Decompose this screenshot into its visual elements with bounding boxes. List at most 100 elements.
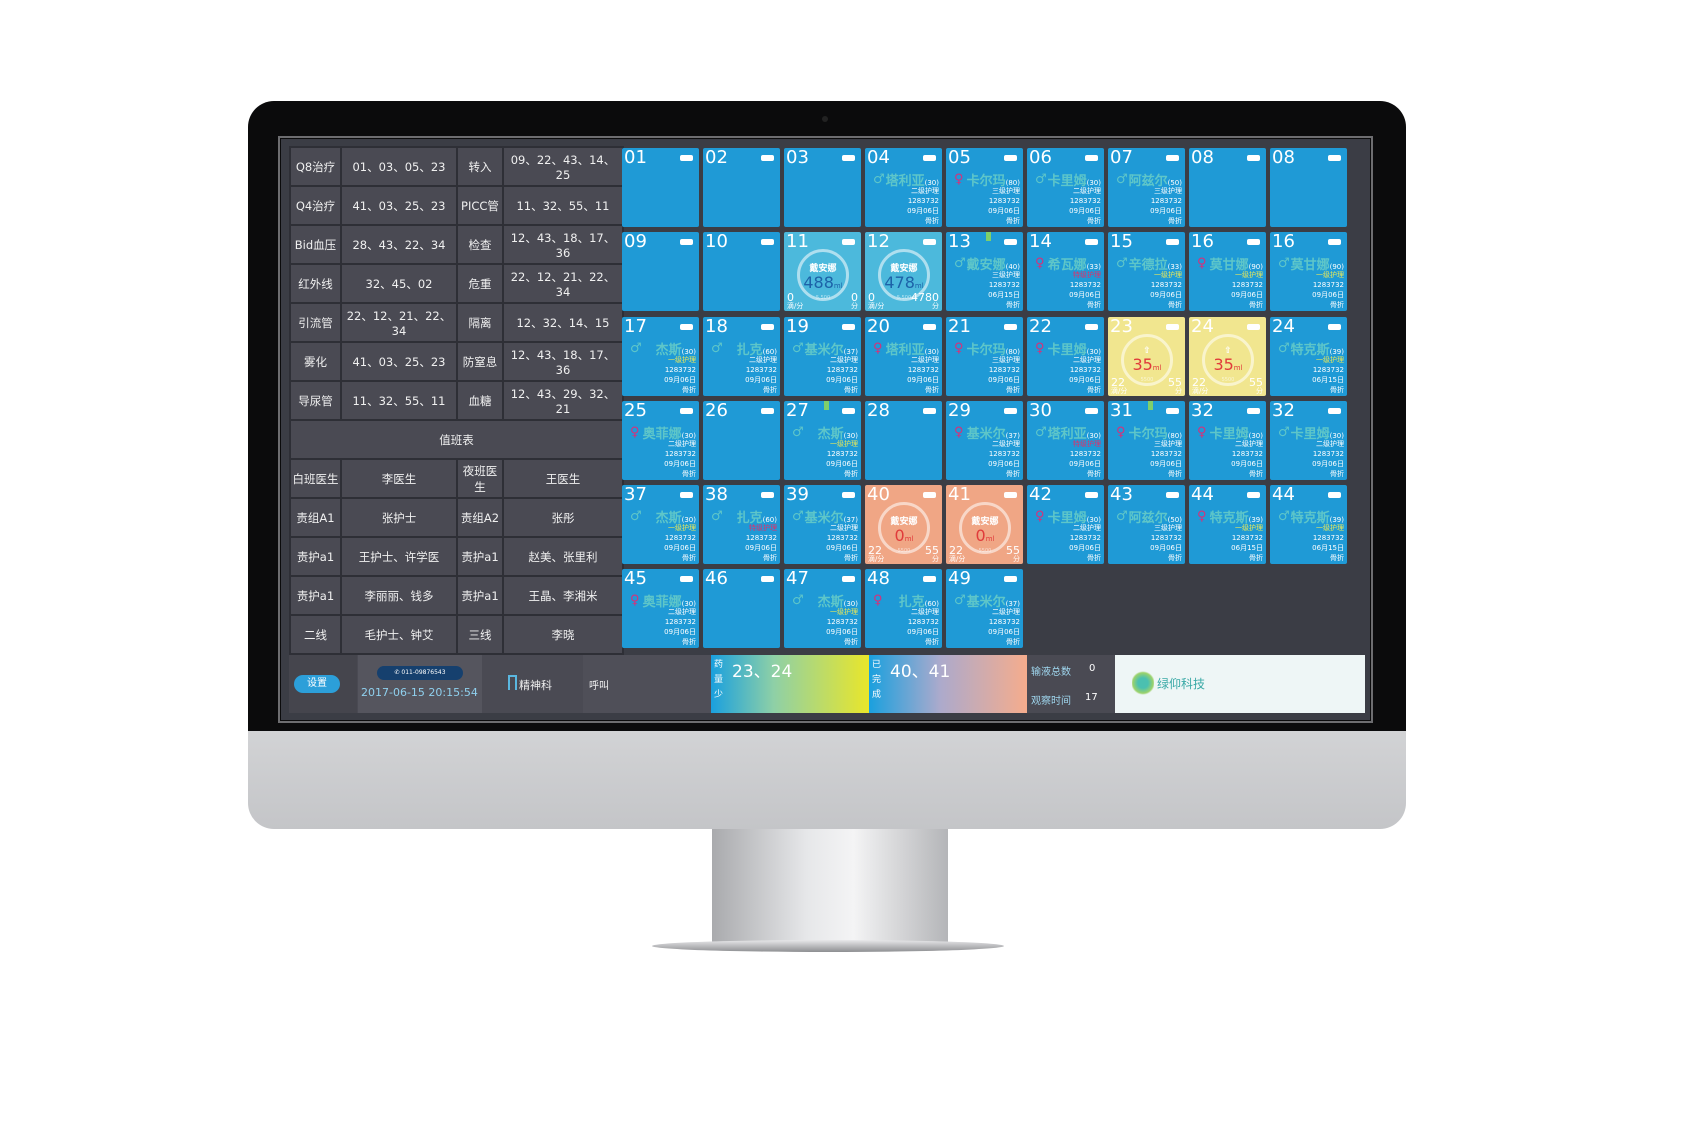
patient-id: 1283732 — [745, 534, 777, 542]
male-icon: ♂ — [954, 256, 966, 271]
remaining-time: 4780 分 — [911, 292, 939, 310]
drip-rate: 0 滴/分 — [868, 292, 884, 310]
duty-role: 责组A1 — [289, 497, 342, 538]
bed-number: 08 — [1191, 148, 1214, 168]
volume-unit: ml — [904, 535, 914, 543]
monitor-chin — [248, 731, 1406, 829]
bed-tile[interactable]: 12 戴安娜 478ml 5,500 0 滴/分 4780 分 — [865, 232, 942, 311]
female-icon: ♀ — [1035, 509, 1045, 524]
care-level: 特级护理 — [1073, 271, 1101, 279]
infusion-ring: 戴安娜 488ml 5,500 — [797, 249, 849, 301]
bed-tile[interactable]: 45 ♀ 奥菲娜(30) 二级护理 1283732 09月06日 骨折 — [622, 569, 699, 648]
bed-tile[interactable]: 13 ♂ 戴安娜(40) 三级护理 1283732 06月15日 骨折 — [946, 232, 1023, 311]
bed-tile[interactable]: 10 — [703, 232, 780, 311]
bed-tile[interactable]: 37 ♂ 杰斯(30) 一级护理 1283732 09月06日 骨折 — [622, 485, 699, 564]
bed-tile[interactable]: 04 ♂ 塔利亚(30) 二级护理 1283732 09月06日 骨折 — [865, 148, 942, 227]
bed-tile[interactable]: 15 ♂ 辛德拉(33) 一级护理 1283732 09月06日 骨折 — [1108, 232, 1185, 311]
volume-unit: ml — [985, 535, 995, 543]
battery-icon — [1328, 408, 1341, 414]
battery-icon — [680, 492, 693, 498]
battery-icon — [761, 324, 774, 330]
volume-unit: ml — [914, 282, 924, 290]
bed-tile[interactable]: 06 ♂ 卡里姆(30) 二级护理 1283732 09月06日 骨折 — [1027, 148, 1104, 227]
completed-label: 已完成 — [872, 660, 882, 700]
bed-tile[interactable]: 44 ♀ 特克斯(39) 一级护理 1283732 06月15日 骨折 — [1189, 485, 1266, 564]
bed-tile[interactable]: 02 — [703, 148, 780, 227]
bed-tile[interactable]: 25 ♀ 奥菲娜(30) 二级护理 1283732 09月06日 骨折 — [622, 401, 699, 480]
admission-date: 06月15日 — [1312, 544, 1344, 552]
bed-tile[interactable]: 40 戴安娜 0ml 5500 22 滴/分 55 分 — [865, 485, 942, 564]
bed-tile[interactable]: 38 ♂ 扎克(60) 特级护理 1283732 09月06日 骨折 — [703, 485, 780, 564]
admission-date: 09月06日 — [988, 207, 1020, 215]
admission-date: 09月06日 — [1231, 460, 1263, 468]
bed-tile[interactable]: 20 ♀ 塔利亚(30) 二级护理 1283732 09月06日 骨折 — [865, 317, 942, 396]
bed-tile[interactable]: 11 戴安娜 488ml 5,500 0 滴/分 0 分 — [784, 232, 861, 311]
bed-tile[interactable]: 01 — [622, 148, 699, 227]
bed-tile[interactable]: 46 — [703, 569, 780, 648]
bed-tile[interactable]: 16 ♂ 莫甘娜(90) 一级护理 1283732 09月06日 骨折 — [1270, 232, 1347, 311]
bed-tile[interactable]: 49 ♂ 基米尔(37) 二级护理 1283732 09月06日 骨折 — [946, 569, 1023, 648]
bed-tile[interactable]: 39 ♂ 基米尔(37) 二级护理 1283732 09月06日 骨折 — [784, 485, 861, 564]
bed-tile[interactable]: 29 ♀ 基米尔(37) 二级护理 1283732 09月06日 骨折 — [946, 401, 1023, 480]
duty-staff: 王护士、许学医 — [340, 536, 458, 577]
admission-date: 09月06日 — [907, 376, 939, 384]
bed-tile[interactable]: 28 — [865, 401, 942, 480]
bed-tile[interactable]: 30 ♂ 塔利亚(30) 特级护理 1283732 09月06日 骨折 — [1027, 401, 1104, 480]
bed-tile[interactable]: 09 — [622, 232, 699, 311]
female-icon: ♀ — [1035, 341, 1045, 356]
bed-tile[interactable]: 42 ♀ 卡里姆(30) 二级护理 1283732 09月06日 骨折 — [1027, 485, 1104, 564]
bed-tile[interactable]: 32 ♂ 卡里姆(30) 二级护理 1283732 09月06日 骨折 — [1270, 401, 1347, 480]
patient-age: (30) — [924, 179, 939, 187]
bed-tile[interactable]: 14 ♀ 希瓦娜(33) 特级护理 1283732 09月06日 骨折 — [1027, 232, 1104, 311]
male-icon: ♂ — [792, 425, 804, 440]
task-beds: 41、03、25、23 — [340, 341, 458, 382]
bed-tile[interactable]: 17 ♂ 杰斯(30) 一级护理 1283732 09月06日 骨折 — [622, 317, 699, 396]
bed-tile[interactable]: 32 ♀ 卡里姆(30) 二级护理 1283732 09月06日 骨折 — [1189, 401, 1266, 480]
bed-tile[interactable]: 26 — [703, 401, 780, 480]
diagnosis: 骨折 — [1330, 386, 1344, 394]
bed-tile[interactable]: 24 ♂ 特克斯(39) 一级护理 1283732 06月15日 骨折 — [1270, 317, 1347, 396]
call-button[interactable]: 呼叫 — [583, 655, 711, 713]
task-label: Q4治疗 — [289, 185, 342, 226]
bed-tile[interactable]: 27 ♂ 杰斯(30) 一级护理 1283732 09月06日 骨折 — [784, 401, 861, 480]
bed-number: 18 — [705, 317, 728, 337]
bed-tile[interactable]: 16 ♀ 莫甘娜(90) 一级护理 1283732 09月06日 骨折 — [1189, 232, 1266, 311]
patient-age: (60) — [762, 516, 777, 524]
settings-button[interactable]: 设置 — [294, 675, 340, 693]
bed-tile[interactable]: 08 — [1270, 148, 1347, 227]
tasks-row: 导尿管 11、32、55、11 血糖 12、43、29、32、21 — [289, 380, 624, 421]
duty-staff: 李丽丽、钱多 — [340, 575, 458, 616]
task-label: 检查 — [456, 224, 504, 265]
task-label: 血糖 — [456, 380, 504, 421]
tasks-row: 引流管 22、12、21、22、34 隔离 12、32、14、15 — [289, 302, 624, 343]
bed-tile[interactable]: 23 ⇧ 35ml 5500 22 滴/分 55 分 — [1108, 317, 1185, 396]
bed-tile[interactable]: 19 ♂ 基米尔(37) 二级护理 1283732 09月06日 骨折 — [784, 317, 861, 396]
bed-tile[interactable]: 07 ♂ 阿兹尔(50) 三级护理 1283732 09月06日 骨折 — [1108, 148, 1185, 227]
bed-tile[interactable]: 22 ♀ 卡里姆(30) 二级护理 1283732 09月06日 骨折 — [1027, 317, 1104, 396]
bed-tile[interactable]: 18 ♂ 扎克(60) 二级护理 1283732 09月06日 骨折 — [703, 317, 780, 396]
bed-number: 04 — [867, 148, 890, 168]
admission-date: 09月06日 — [1150, 291, 1182, 299]
bed-tile[interactable]: 03 — [784, 148, 861, 227]
bed-tile[interactable]: 08 — [1189, 148, 1266, 227]
care-level: 二级护理 — [1073, 356, 1101, 364]
battery-icon — [680, 324, 693, 330]
task-label: Q8治疗 — [289, 146, 342, 187]
patient-age: (80) — [1005, 348, 1020, 356]
bed-tile[interactable]: 21 ♀ 卡尔玛(80) 三级护理 1283732 09月06日 骨折 — [946, 317, 1023, 396]
patient-id: 1283732 — [664, 366, 696, 374]
bed-tile[interactable]: 48 ♀ 扎克(60) 二级护理 1283732 09月06日 骨折 — [865, 569, 942, 648]
phone-badge[interactable]: ✆ 011-09876543 — [377, 666, 463, 680]
bed-tile[interactable]: 43 ♂ 阿兹尔(50) 三级护理 1283732 09月06日 骨折 — [1108, 485, 1185, 564]
bed-tile[interactable]: 41 戴安娜 0ml 5500 22 滴/分 55 分 — [946, 485, 1023, 564]
battery-icon — [1247, 155, 1260, 161]
bed-tile[interactable]: 44 ♂ 特克斯(39) 一级护理 1283732 06月15日 骨折 — [1270, 485, 1347, 564]
bed-tile[interactable]: 05 ♀ 卡尔玛(80) 三级护理 1283732 09月06日 骨折 — [946, 148, 1023, 227]
tasks-row: 红外线 32、45、02 危重 22、12、21、22、34 — [289, 263, 624, 304]
bed-tile[interactable]: 47 ♂ 杰斯(30) 一级护理 1283732 09月06日 骨折 — [784, 569, 861, 648]
bed-number: 46 — [705, 569, 728, 589]
bed-tile[interactable]: 31 ♀ 卡尔玛(80) 三级护理 1283732 09月06日 骨折 — [1108, 401, 1185, 480]
bed-number: 15 — [1110, 232, 1133, 252]
bookmark-icon — [986, 232, 991, 241]
bed-tile[interactable]: 24 ⇧ 35ml 5500 22 滴/分 55 分 — [1189, 317, 1266, 396]
